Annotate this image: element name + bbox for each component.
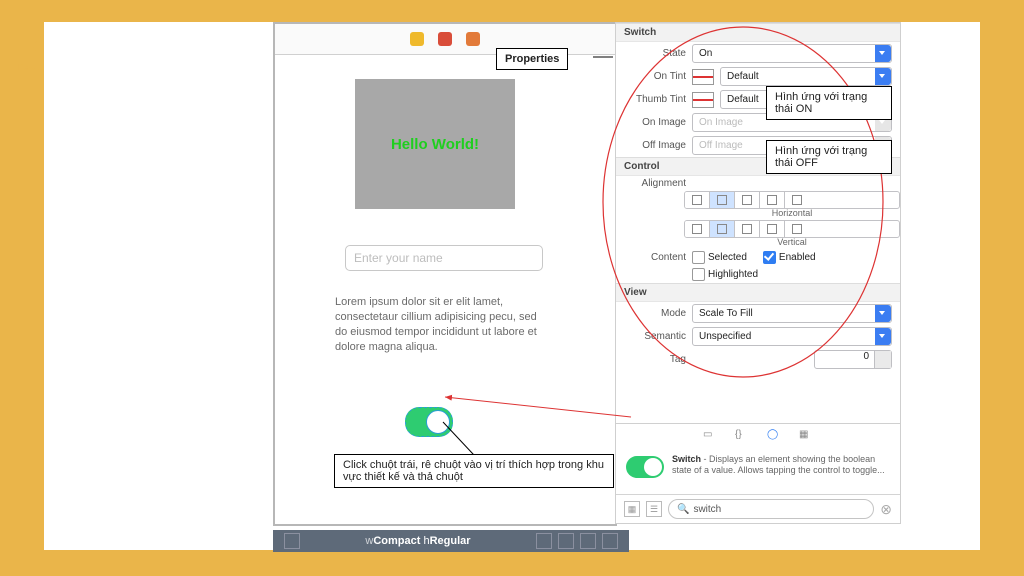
library-item-desc: - Displays an element showing the boolea…	[672, 454, 885, 475]
name-placeholder: Enter your name	[354, 251, 443, 265]
ontint-select[interactable]: Default	[720, 67, 892, 86]
name-textfield[interactable]: Enter your name	[345, 245, 543, 271]
mode-label: Mode	[624, 308, 686, 319]
search-icon: 🔍	[677, 504, 689, 515]
alignment-vertical[interactable]	[684, 220, 900, 238]
thumbtint-label: Thumb Tint	[624, 94, 686, 105]
switch-icon	[626, 456, 664, 478]
lib-tab-media-icon[interactable]: ▦	[799, 429, 813, 443]
onimage-label: On Image	[624, 117, 686, 128]
alignment-horizontal[interactable]	[684, 191, 900, 209]
pin-icon[interactable]	[558, 533, 574, 549]
section-view: View	[616, 283, 900, 302]
content-label: Content	[624, 252, 686, 263]
state-label: State	[624, 48, 686, 59]
uiswitch-on-canvas[interactable]	[405, 407, 453, 437]
storyboard-canvas[interactable]: Hello World! Enter your name Lorem ipsum…	[273, 22, 617, 526]
tag-stepper[interactable]: 0	[814, 350, 892, 369]
enabled-checkbox[interactable]	[763, 251, 776, 264]
lib-tab-object-icon[interactable]: ◯	[767, 429, 781, 443]
imageview-placeholder[interactable]: Hello World!	[355, 79, 515, 209]
lib-tab-file-icon[interactable]: ▭	[703, 429, 717, 443]
thumbtint-swatch[interactable]	[692, 92, 714, 108]
resize-icon[interactable]	[602, 533, 618, 549]
highlighted-checkbox[interactable]	[692, 268, 705, 281]
object-library: ▭ {} ◯ ▦ Switch - Displays an element sh…	[616, 423, 900, 523]
library-list-icon[interactable]: ☰	[646, 501, 662, 517]
size-class-label[interactable]: wCompact hRegular	[303, 535, 533, 547]
search-value: switch	[693, 504, 721, 515]
hello-label: Hello World!	[391, 136, 479, 153]
section-switch: Switch	[616, 23, 900, 42]
resolve-icon[interactable]	[580, 533, 596, 549]
library-item-title: Switch	[672, 454, 701, 464]
alignment-label: Alignment	[624, 178, 686, 189]
toolbar-icon-embed[interactable]	[438, 32, 452, 46]
size-class-bar[interactable]: wCompact hRegular	[273, 530, 629, 552]
state-select[interactable]: On	[692, 44, 892, 63]
offimage-label: Off Image	[624, 140, 686, 151]
callout-properties: Properties	[496, 48, 568, 70]
search-clear-icon[interactable]: ⊗	[880, 501, 892, 518]
library-item-switch[interactable]: Switch - Displays an element showing the…	[616, 448, 900, 494]
vertical-label: Vertical	[684, 237, 900, 247]
mode-select[interactable]: Scale To Fill	[692, 304, 892, 323]
selected-checkbox[interactable]	[692, 251, 705, 264]
ontint-swatch[interactable]	[692, 69, 714, 85]
outline-toggle-icon[interactable]	[284, 533, 300, 549]
callout-off-state: Hình ứng với trạng thái OFF	[766, 140, 892, 174]
library-search-input[interactable]: 🔍 switch	[668, 499, 874, 519]
toolbar-icon-resolve[interactable]	[466, 32, 480, 46]
semantic-label: Semantic	[624, 331, 686, 342]
callout-drag-instruction: Click chuột trái, rê chuột vào vị trí th…	[334, 454, 614, 488]
enabled-text: Enabled	[779, 252, 816, 263]
highlighted-text: Highlighted	[708, 269, 758, 280]
semantic-select[interactable]: Unspecified	[692, 327, 892, 346]
selected-text: Selected	[708, 252, 747, 263]
align-icon[interactable]	[536, 533, 552, 549]
callout-on-state: Hình ứng với trạng thái ON	[766, 86, 892, 120]
toolbar-icon-add[interactable]	[410, 32, 424, 46]
horizontal-label: Horizontal	[684, 208, 900, 218]
library-grid-icon[interactable]: ▦	[624, 501, 640, 517]
lorem-textview[interactable]: Lorem ipsum dolor sit er elit lamet, con…	[335, 295, 545, 354]
lib-tab-code-icon[interactable]: {}	[735, 429, 749, 443]
tag-label: Tag	[624, 354, 686, 365]
ontint-label: On Tint	[624, 71, 686, 82]
